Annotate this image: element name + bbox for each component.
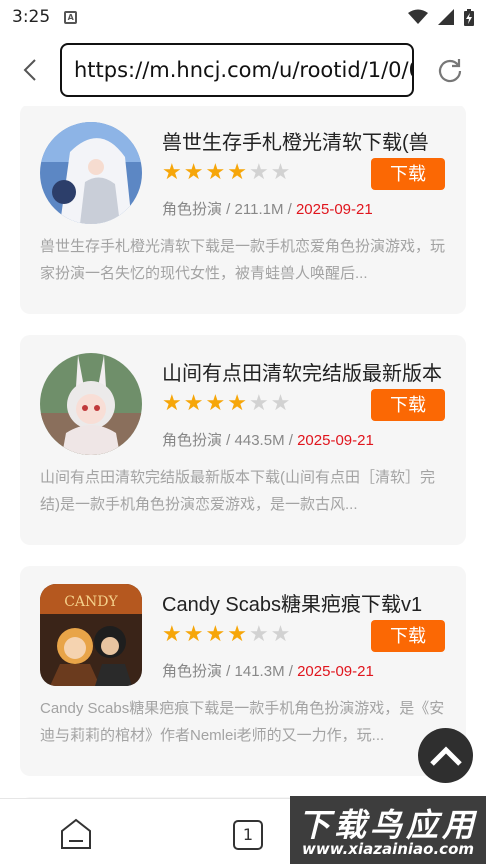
- game-date: 2025-09-21: [295, 201, 373, 218]
- game-meta: 角色扮演 / 443.5M / 2025-09-21: [162, 432, 374, 449]
- status-time: 3:25: [12, 7, 51, 27]
- rating-stars: ★ ★ ★ ★ ★ ★: [162, 162, 290, 184]
- watermark-url: www.xiazainiao.com: [301, 840, 475, 858]
- scroll-to-top-button[interactable]: [418, 728, 473, 783]
- download-button[interactable]: 下载: [371, 389, 445, 421]
- game-size: 443.5M: [234, 432, 285, 449]
- star-icon: ★: [248, 160, 269, 185]
- game-card[interactable]: 山间有点田清软完结版最新版本 ★ ★ ★ ★ ★ ★ 下载 角色扮演 / 443…: [20, 335, 466, 545]
- game-category: 角色扮演: [162, 432, 223, 449]
- star-icon: ★: [183, 160, 204, 185]
- game-description: Candy Scabs糖果疤痕下载是一款手机角色扮演游戏，是《安迪与莉莉的棺材》…: [40, 700, 445, 744]
- game-description: 兽世生存手札橙光清软下载是一款手机恋爱角色扮演游戏，玩家扮演一名失忆的现代女性，…: [40, 238, 446, 282]
- battery-icon: [464, 8, 474, 26]
- star-icon: ★: [205, 160, 226, 185]
- game-cover-image[interactable]: [40, 353, 142, 455]
- game-date: 2025-09-21: [297, 663, 374, 680]
- game-card[interactable]: 兽世生存手札橙光清软下载(兽 ★ ★ ★ ★ ★ ★ 下载 角色扮演 / 211…: [20, 106, 466, 314]
- game-cover-image[interactable]: CANDY: [40, 584, 142, 686]
- star-icon: ★: [248, 391, 269, 416]
- game-title[interactable]: 兽世生存手札橙光清软下载(兽: [162, 126, 454, 155]
- reload-button[interactable]: [414, 34, 486, 106]
- star-icon: ★: [227, 622, 247, 647]
- chevron-up-icon: [429, 745, 462, 766]
- url-field[interactable]: https://m.hncj.com/u/rootid/1/0/0/: [60, 43, 414, 97]
- game-description: 山间有点田清软完结版最新版本下载(山间有点田［清软］完结)是一款手机角色扮演恋爱…: [40, 469, 435, 513]
- star-icon: ★: [162, 160, 182, 185]
- star-icon: ★: [227, 391, 247, 416]
- star-icon: ★: [162, 622, 182, 647]
- game-date: 2025-09-21: [297, 432, 374, 449]
- star-icon: ★: [205, 622, 226, 647]
- svg-text:CANDY: CANDY: [64, 594, 118, 610]
- home-icon[interactable]: [56, 817, 96, 851]
- star-icon: ★: [162, 391, 182, 416]
- rating-stars: ★ ★ ★ ★ ★ ★: [162, 393, 290, 415]
- game-meta: 角色扮演 / 211.1M / 2025-09-21: [162, 201, 373, 218]
- reload-icon: [438, 59, 462, 83]
- star-icon: ★: [183, 622, 204, 647]
- star-icon: ★: [270, 391, 291, 416]
- download-button[interactable]: 下载: [371, 620, 445, 652]
- game-card[interactable]: CANDY Candy Scabs糖果疤痕下载v1 ★ ★ ★ ★ ★ ★ 下载…: [20, 566, 466, 776]
- star-icon: ★: [270, 622, 291, 647]
- status-bar: 3:25 A: [0, 0, 486, 34]
- game-size: 211.1M: [234, 201, 284, 218]
- game-category: 角色扮演: [162, 201, 223, 218]
- game-size: 141.3M: [234, 663, 285, 680]
- star-icon: ★: [205, 391, 226, 416]
- page-content: 兽世生存手札橙光清软下载(兽 ★ ★ ★ ★ ★ ★ 下载 角色扮演 / 211…: [0, 106, 486, 798]
- back-button[interactable]: [0, 34, 60, 106]
- rating-stars: ★ ★ ★ ★ ★ ★: [162, 624, 290, 646]
- game-title[interactable]: Candy Scabs糖果疤痕下载v1: [162, 588, 454, 617]
- chevron-left-icon: [23, 59, 36, 81]
- browser-toolbar: https://m.hncj.com/u/rootid/1/0/0/: [0, 34, 486, 106]
- star-icon: ★: [248, 622, 269, 647]
- signal-icon: [438, 9, 454, 25]
- star-icon: ★: [183, 391, 204, 416]
- game-meta: 角色扮演 / 141.3M / 2025-09-21: [162, 663, 374, 680]
- url-text: https://m.hncj.com/u/rootid/1/0/0/: [74, 58, 414, 82]
- game-category: 角色扮演: [162, 663, 223, 680]
- watermark-logo: 下载鸟应用 www.xiazainiao.com: [290, 796, 486, 864]
- download-button[interactable]: 下载: [371, 158, 445, 190]
- star-icon: ★: [227, 160, 247, 185]
- game-title[interactable]: 山间有点田清软完结版最新版本: [162, 357, 454, 386]
- star-icon: ★: [270, 160, 291, 185]
- game-cover-image[interactable]: [40, 122, 142, 224]
- notification-icon: A: [64, 10, 78, 24]
- status-indicators: [408, 8, 474, 26]
- tabs-button[interactable]: 1: [233, 820, 263, 850]
- wifi-icon: [408, 9, 428, 24]
